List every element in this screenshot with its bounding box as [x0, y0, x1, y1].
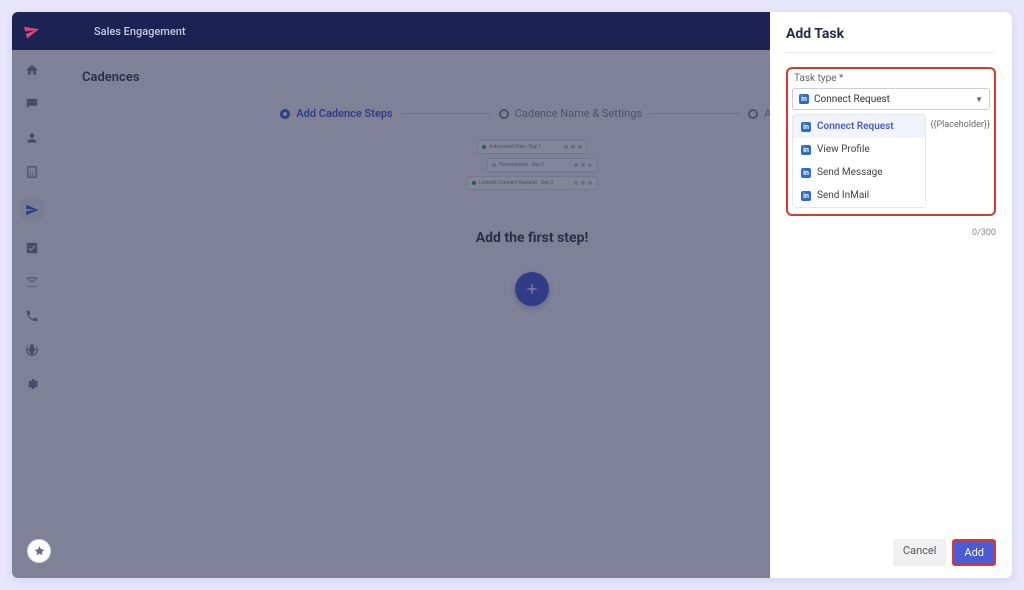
building-icon[interactable] [24, 164, 40, 180]
option-view-profile[interactable]: in View Profile [793, 138, 925, 161]
step-label: Cadence Name & Settings [515, 107, 642, 120]
option-label: Connect Request [817, 121, 894, 132]
task-type-dropdown: in Connect Request in View Profile in Se… [792, 114, 926, 208]
linkedin-icon: in [801, 122, 811, 132]
cadence-icon[interactable] [20, 198, 44, 222]
step-name-settings[interactable]: Cadence Name & Settings [499, 107, 642, 120]
option-send-message[interactable]: in Send Message [793, 161, 925, 184]
linkedin-icon: in [801, 168, 811, 178]
mini-row: LinkedIn Connect Request - Day 3 [467, 176, 597, 190]
inbox-icon[interactable] [24, 96, 40, 112]
option-connect-request[interactable]: in Connect Request [793, 115, 925, 138]
add-task-panel: Add Task Task type * in Connect Request … [770, 12, 1012, 578]
tasks-icon[interactable] [24, 240, 40, 256]
option-label: Send InMail [817, 190, 869, 201]
linkedin-icon: in [799, 94, 809, 104]
sidebar [12, 50, 52, 578]
launch-icon[interactable] [27, 539, 51, 563]
task-type-select[interactable]: in Connect Request ▼ [792, 88, 990, 110]
phone-icon[interactable] [24, 308, 40, 324]
app-logo-icon [22, 21, 42, 41]
settings-icon[interactable] [24, 376, 40, 392]
linkedin-icon: in [801, 191, 811, 201]
mail-icon[interactable] [24, 274, 40, 290]
mini-row: Automated Step - Day 1 [477, 140, 587, 154]
select-value: Connect Request [814, 94, 890, 105]
add-button[interactable]: Add [952, 539, 996, 566]
panel-title: Add Task [786, 26, 996, 53]
user-icon[interactable] [24, 130, 40, 146]
globe-icon[interactable] [24, 342, 40, 358]
topbar-title: Sales Engagement [94, 25, 186, 38]
option-label: Send Message [817, 167, 883, 178]
task-type-highlight: Task type * in Connect Request ▼ in Conn… [786, 67, 996, 216]
placeholder-tag[interactable]: {{Placeholder}} [926, 114, 990, 208]
option-send-inmail[interactable]: in Send InMail [793, 184, 925, 207]
task-type-label: Task type * [792, 73, 990, 84]
chevron-down-icon: ▼ [975, 95, 983, 104]
home-icon[interactable] [24, 62, 40, 78]
linkedin-icon: in [801, 145, 811, 155]
add-step-button[interactable] [515, 272, 549, 306]
char-counter: 0/300 [786, 228, 996, 238]
step-label: Add Cadence Steps [296, 107, 392, 120]
cancel-button[interactable]: Cancel [893, 539, 946, 566]
mini-row: Personalized - Day 2 [487, 158, 597, 172]
step-add-cadence[interactable]: Add Cadence Steps [280, 107, 392, 120]
option-label: View Profile [817, 144, 870, 155]
